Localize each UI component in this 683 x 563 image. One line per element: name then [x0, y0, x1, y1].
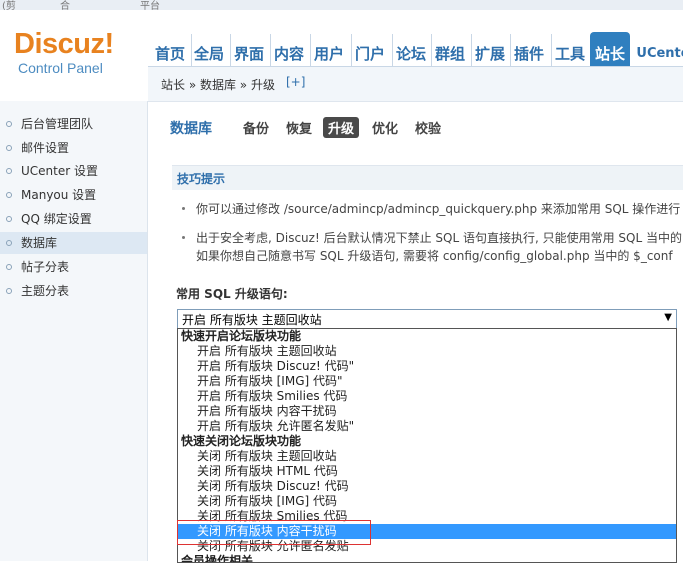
sidebar-item-label: 主题分表 — [21, 284, 70, 298]
sidebar-item-label: 数据库 — [21, 236, 58, 250]
sidebar: 后台管理团队 邮件设置 UCenter 设置 Manyou 设置 QQ 绑定设置… — [0, 101, 148, 561]
add-shortcut-button[interactable]: [+] — [286, 75, 305, 89]
dropdown-option[interactable]: 开启 所有版块 Discuz! 代码" — [178, 359, 676, 374]
tip-line-2: 出于安全考虑, Discuz! 后台默认情况下禁止 SQL 语句直接执行, 只能… — [196, 231, 682, 245]
tab-restore[interactable]: 恢复 — [286, 118, 312, 137]
page-title: 数据库 — [170, 121, 212, 137]
bullet-icon — [6, 288, 12, 294]
sidebar-item-manyou[interactable]: Manyou 设置 — [0, 184, 147, 206]
bullet-icon — [6, 240, 12, 246]
tab-upgrade[interactable]: 升级 — [323, 117, 360, 138]
sidebar-item-admin-team[interactable]: 后台管理团队 — [0, 113, 147, 135]
dropdown-option[interactable]: 开启 所有版块 [IMG] 代码" — [178, 374, 676, 389]
dropdown-group: 快速关闭论坛版块功能 — [181, 434, 302, 448]
dropdown-option[interactable]: 关闭 所有版块 HTML 代码 — [178, 464, 676, 479]
dropdown-group: 快速开启论坛版块功能 — [181, 329, 302, 343]
logo-excl: ! — [104, 28, 114, 60]
title-bar: 数据库 备份 恢复 升级 优化 校验 — [148, 111, 683, 141]
header: Discuz! Control Panel 首页 全局 界面 内容 用户 门户 … — [0, 10, 683, 76]
dropdown-option[interactable]: 开启 所有版块 允许匿名发贴" — [178, 419, 676, 434]
breadcrumb-bar: 站长 » 数据库 » 升级 [+] — [148, 66, 683, 102]
tab-optimize[interactable]: 优化 — [372, 118, 398, 137]
sidebar-item-label: 帖子分表 — [21, 260, 70, 274]
tips-header: 技巧提示 — [172, 165, 683, 190]
sidebar-item-qq[interactable]: QQ 绑定设置 — [0, 208, 147, 230]
bullet-icon — [6, 216, 12, 222]
discuz-logo[interactable]: Discuz! — [14, 28, 114, 61]
bullet-icon — [6, 264, 12, 270]
dropdown-option[interactable]: 关闭 所有版块 [IMG] 代码 — [178, 494, 676, 509]
sidebar-item-database[interactable]: 数据库 — [0, 232, 147, 254]
dropdown-group: 会员操作相关 — [181, 554, 254, 563]
sidebar-item-post-split[interactable]: 帖子分表 — [0, 256, 147, 278]
highlight-box — [177, 520, 371, 545]
sql-label: 常用 SQL 升级语句: — [176, 287, 288, 301]
sidebar-item-thread-split[interactable]: 主题分表 — [0, 280, 147, 302]
breadcrumb: 站长 » 数据库 » 升级 — [161, 78, 275, 92]
sql-select[interactable]: 开启 所有版块 主题回收站 ▼ — [177, 309, 677, 329]
sidebar-item-label: 邮件设置 — [21, 141, 70, 155]
dropdown-option[interactable]: 关闭 所有版块 主题回收站 — [178, 449, 676, 464]
sidebar-item-ucenter[interactable]: UCenter 设置 — [0, 160, 147, 182]
sidebar-item-label: 后台管理团队 — [21, 117, 94, 131]
tip-line-3: 如果你想自己随意书写 SQL 升级语句, 需要将 config/config_g… — [196, 249, 673, 263]
sidebar-item-label: Manyou 设置 — [21, 188, 97, 202]
bullet-icon — [6, 192, 12, 198]
main-content: 数据库 备份 恢复 升级 优化 校验 技巧提示 你可以通过修改 /source/… — [148, 101, 683, 563]
logo-subtitle: Control Panel — [18, 60, 103, 76]
bullet-icon — [6, 145, 12, 151]
sql-select-value: 开启 所有版块 主题回收站 — [182, 313, 322, 327]
bullet-icon — [182, 236, 185, 239]
dropdown-option[interactable]: 开启 所有版块 内容干扰码 — [178, 404, 676, 419]
tab-verify[interactable]: 校验 — [415, 118, 441, 137]
bullet-icon — [6, 168, 12, 174]
bullet-icon — [182, 207, 185, 210]
dropdown-option[interactable]: 开启 所有版块 Smilies 代码 — [178, 389, 676, 404]
dropdown-option[interactable]: 关闭 所有版块 Discuz! 代码 — [178, 479, 676, 494]
bullet-icon — [6, 121, 12, 127]
sidebar-item-label: QQ 绑定设置 — [21, 212, 92, 226]
sidebar-item-label: UCenter 设置 — [21, 164, 98, 178]
dropdown-option[interactable]: 开启 所有版块 主题回收站 — [178, 344, 676, 359]
tab-backup[interactable]: 备份 — [243, 118, 269, 137]
tip-line-1: 你可以通过修改 /source/admincp/admincp_quickque… — [196, 202, 681, 216]
logo-text: Discuz — [14, 28, 105, 60]
sidebar-item-mail[interactable]: 邮件设置 — [0, 137, 147, 159]
tips-title: 技巧提示 — [177, 172, 226, 186]
chevron-down-icon[interactable]: ▼ — [664, 312, 672, 323]
